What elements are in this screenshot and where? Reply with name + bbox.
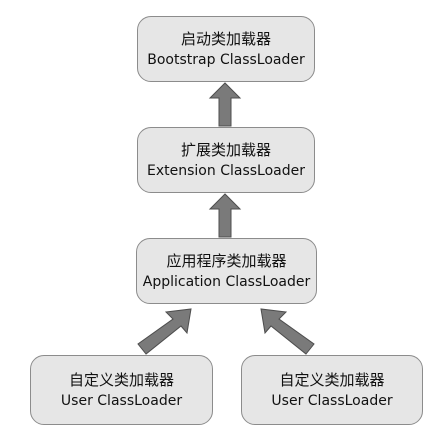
- user-right-label-en: User ClassLoader: [271, 392, 393, 409]
- user-right-label-zh: 自定义类加载器: [279, 370, 385, 389]
- extension-classloader-node: 扩展类加载器 Extension ClassLoader: [137, 127, 315, 193]
- application-label-en: Application ClassLoader: [142, 273, 311, 290]
- arrow-user-right-to-application: [260, 308, 315, 355]
- extension-label-en: Extension ClassLoader: [147, 162, 305, 179]
- user-left-label-zh: 自定义类加载器: [68, 370, 174, 389]
- application-label-zh: 应用程序类加载器: [166, 251, 287, 270]
- user-classloader-node-left: 自定义类加载器 User ClassLoader: [30, 355, 213, 425]
- arrow-user-left-to-application: [137, 308, 192, 355]
- bootstrap-label-zh: 启动类加载器: [180, 29, 271, 48]
- user-left-label-en: User ClassLoader: [60, 392, 183, 409]
- arrow-extension-to-bootstrap: [208, 82, 242, 127]
- bootstrap-label-en: Bootstrap ClassLoader: [147, 51, 305, 68]
- bootstrap-classloader-node: 启动类加载器 Bootstrap ClassLoader: [137, 16, 315, 82]
- application-classloader-node: 应用程序类加载器 Application ClassLoader: [136, 238, 317, 304]
- user-classloader-node-right: 自定义类加载器 User ClassLoader: [241, 355, 423, 425]
- extension-label-zh: 扩展类加载器: [180, 140, 271, 159]
- arrow-application-to-extension: [208, 193, 242, 238]
